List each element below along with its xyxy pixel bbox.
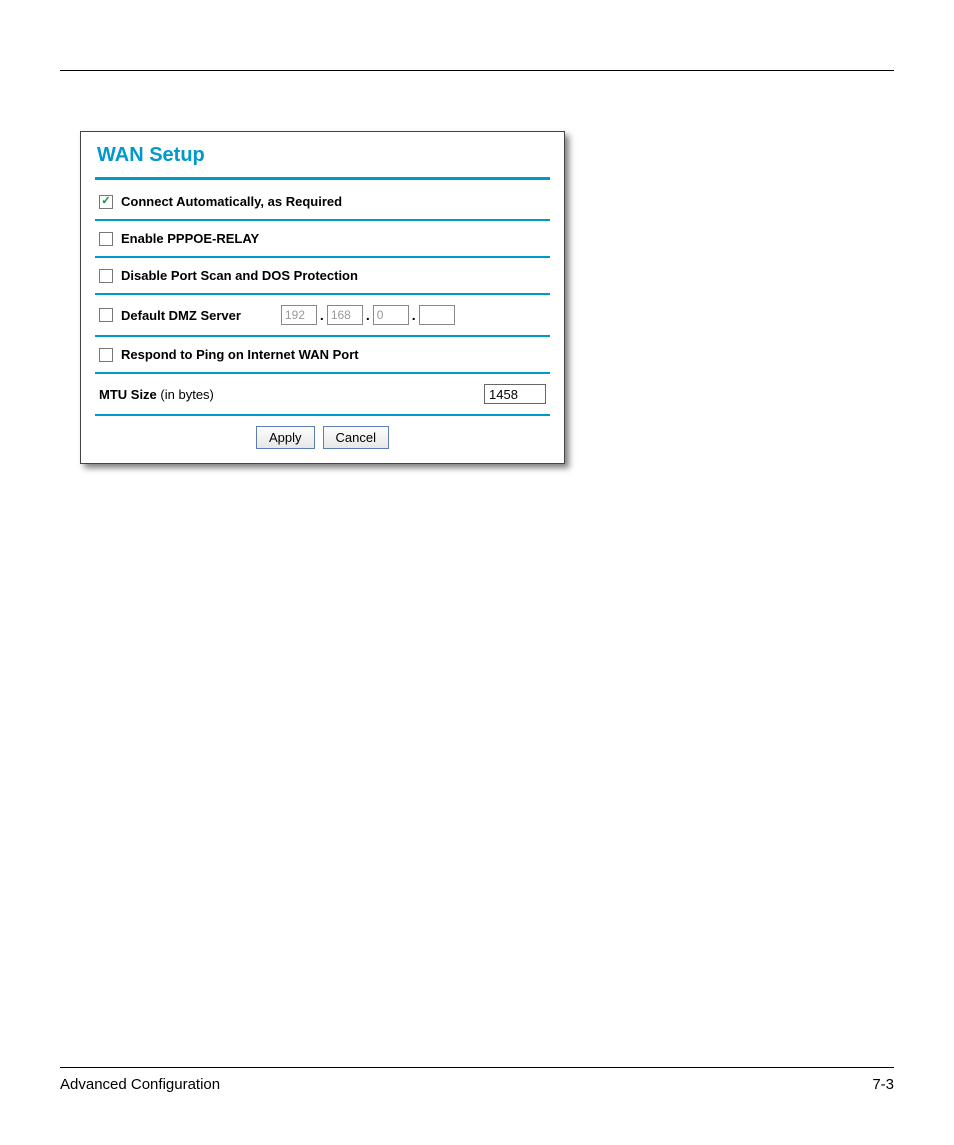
dmz-ip-octet-4[interactable] xyxy=(419,305,455,325)
checkbox-respond-ping[interactable] xyxy=(99,348,113,362)
footer-page-number: 7-3 xyxy=(872,1076,894,1093)
checkbox-dmz[interactable] xyxy=(99,308,113,322)
checkbox-pppoe-relay[interactable] xyxy=(99,232,113,246)
row-disable-portscan: Disable Port Scan and DOS Protection xyxy=(95,258,550,293)
footer-section-title: Advanced Configuration xyxy=(60,1076,220,1093)
label-pppoe-relay: Enable PPPOE-RELAY xyxy=(121,231,259,246)
checkbox-connect-auto[interactable] xyxy=(99,195,113,209)
label-disable-portscan: Disable Port Scan and DOS Protection xyxy=(121,268,358,283)
page-footer: Advanced Configuration 7-3 xyxy=(60,1067,894,1093)
panel-title: WAN Setup xyxy=(97,144,550,167)
page-top-rule xyxy=(60,70,894,71)
ip-dot: . xyxy=(411,307,417,323)
label-respond-ping: Respond to Ping on Internet WAN Port xyxy=(121,347,359,362)
dmz-ip-octet-2[interactable] xyxy=(327,305,363,325)
row-connect-automatically: Connect Automatically, as Required xyxy=(95,184,550,219)
wan-setup-panel: WAN Setup Connect Automatically, as Requ… xyxy=(80,131,565,464)
ip-dot: . xyxy=(319,307,325,323)
row-respond-ping: Respond to Ping on Internet WAN Port xyxy=(95,337,550,372)
checkbox-disable-portscan[interactable] xyxy=(99,269,113,283)
label-connect-auto: Connect Automatically, as Required xyxy=(121,194,342,209)
separator xyxy=(95,177,550,180)
cancel-button[interactable]: Cancel xyxy=(323,426,389,449)
mtu-input[interactable] xyxy=(484,384,546,404)
row-pppoe-relay: Enable PPPOE-RELAY xyxy=(95,221,550,256)
dmz-ip-group: . . . xyxy=(281,305,455,325)
dmz-ip-octet-1[interactable] xyxy=(281,305,317,325)
apply-button[interactable]: Apply xyxy=(256,426,315,449)
ip-dot: . xyxy=(365,307,371,323)
button-row: Apply Cancel xyxy=(95,416,550,453)
row-dmz-server: Default DMZ Server . . . xyxy=(95,295,550,335)
row-mtu-size: MTU Size (in bytes) xyxy=(95,374,550,414)
label-mtu-note: (in bytes) xyxy=(160,387,213,402)
label-mtu: MTU Size xyxy=(99,387,157,402)
dmz-ip-octet-3[interactable] xyxy=(373,305,409,325)
label-dmz: Default DMZ Server xyxy=(121,308,241,323)
